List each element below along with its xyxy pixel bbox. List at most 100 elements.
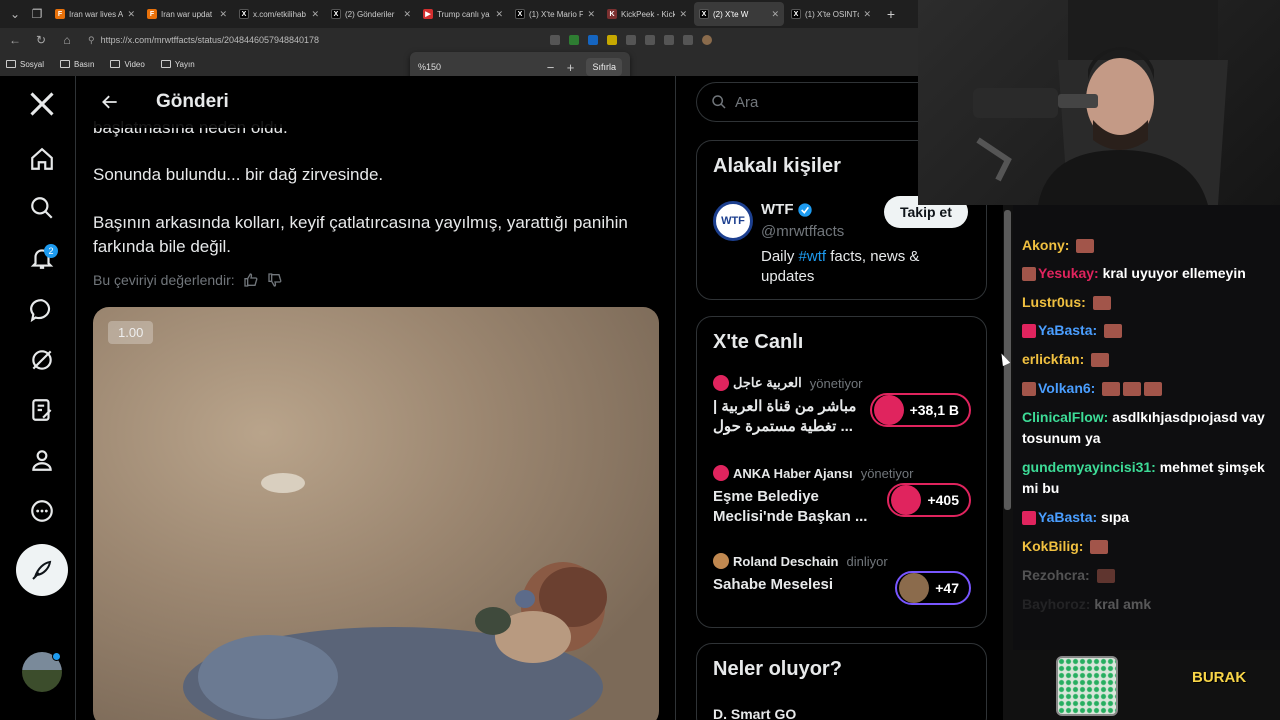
browser-tab[interactable]: F Iran war updat ✕ [142,2,232,26]
emote-icon [1090,540,1109,555]
grok-icon[interactable] [24,342,60,378]
rate-translation: Bu çeviriyi değerlendir: [93,272,283,288]
tab-close-icon[interactable]: ✕ [679,9,687,20]
tab-list-chevron-icon[interactable]: ⌄ [4,3,26,25]
compose-post-button[interactable] [16,544,68,596]
tab-title: Trump canlı ya [437,9,490,19]
host-avatar [713,465,729,481]
live-space-item[interactable]: ANKA Haber Ajansı yönetiyor Eşme Belediy… [713,465,973,527]
browser-tab[interactable]: ▶ Trump canlı ya ✕ [418,2,508,26]
back-arrow-icon[interactable]: ← [4,30,26,50]
tab-favicon: X [791,9,801,19]
home-icon[interactable]: ⌂ [56,30,78,50]
extension-icon[interactable] [626,35,636,45]
search-box[interactable]: Ara [696,82,918,122]
listener-count-pill[interactable]: +405 [887,483,971,517]
chat-message: Akony: [1022,235,1272,256]
zoom-out-button[interactable]: − [540,60,560,75]
x-logo-icon[interactable] [24,86,60,122]
wtf-avatar[interactable]: WTF [713,201,753,241]
browser-tab[interactable]: X x.com/etkilihab ✕ [234,2,324,26]
tab-close-icon[interactable]: ✕ [587,9,595,20]
tab-close-icon[interactable]: ✕ [219,9,227,20]
tip-jar-widget [1056,656,1118,716]
listener-count-pill[interactable]: +38,1 B [869,393,971,427]
bookmark-folder[interactable]: Basın [60,60,94,69]
listener-count: +38,1 B [909,402,959,418]
thumbs-down-icon[interactable] [267,272,283,288]
tab-close-icon[interactable]: ✕ [495,9,503,20]
tab-close-icon[interactable]: ✕ [771,9,779,20]
explore-search-icon[interactable] [24,190,60,226]
extension-icon[interactable] [588,35,598,45]
thumbs-up-icon[interactable] [243,272,259,288]
zoom-reset-button[interactable]: Sıfırla [586,58,622,76]
host-name: ANKA Haber Ajansı [733,465,853,481]
chat-username[interactable]: Lustr0us: [1022,294,1086,310]
chat-username[interactable]: Rezohcra: [1022,567,1090,583]
browser-tab[interactable]: X (2) Gönderiler ✕ [326,2,416,26]
profile-name[interactable]: WTF [761,201,813,218]
chat-username[interactable]: Akony: [1022,237,1069,253]
collections-icon[interactable] [683,35,693,45]
split-view-icon[interactable] [645,35,655,45]
tweet-text-line: Başının arkasında kolları, keyif çatlatı… [93,213,628,256]
more-options-icon[interactable] [24,493,60,529]
profile-avatar-icon[interactable] [702,35,712,45]
chat-username[interactable]: gundemyayincisi31: [1022,459,1156,475]
site-info-icon[interactable]: ⚲ [88,35,95,46]
chat-username[interactable]: KokBilig: [1022,538,1083,554]
bookmark-folder[interactable]: Sosyal [6,60,44,69]
chat-username[interactable]: ClinicalFlow: [1022,409,1108,425]
bookmark-folder[interactable]: Video [110,60,145,69]
extension-icon[interactable] [550,35,560,45]
chat-message: ClinicalFlow: asdlkıhjasdpıojasd vay tos… [1022,407,1272,449]
chat-username[interactable]: Volkan6: [1038,380,1095,396]
browser-tab[interactable]: F Iran war lives A ✕ [50,2,140,26]
hashtag-link[interactable]: #wtf [799,248,827,265]
reload-icon[interactable]: ↻ [30,30,52,50]
tab-close-icon[interactable]: ✕ [863,9,871,20]
whats-happening-heading: Neler oluyor? [713,658,842,680]
emote-icon [1102,382,1121,397]
extension-icon[interactable] [569,35,579,45]
user-badge-icon [1022,324,1036,339]
video-speed-badge[interactable]: 1.00 [108,321,154,344]
live-space-item[interactable]: Roland Deschain dinliyor Sahabe Meselesi… [713,553,973,605]
new-tab-button[interactable]: + [880,6,902,22]
tab-close-icon[interactable]: ✕ [403,9,411,20]
chat-text: sıpa [1101,509,1130,525]
listener-count-pill[interactable]: +47 [895,571,971,605]
trend-item[interactable]: D. Smart GO [713,706,796,720]
chat-username[interactable]: Yesukay: [1038,265,1099,281]
workspaces-icon[interactable]: ❐ [26,3,48,25]
browser-tab[interactable]: X (2) X'te W ✕ [694,2,784,26]
chat-username[interactable]: YaBasta: [1038,322,1097,338]
zoom-in-button[interactable]: + [560,60,580,75]
drafts-icon[interactable] [24,392,60,428]
browser-tab[interactable]: X (1) X'te Mario F ✕ [510,2,600,26]
chat-username[interactable]: Bayhoroz: [1022,596,1090,612]
tab-close-icon[interactable]: ✕ [127,9,135,20]
browser-tab[interactable]: X (1) X'te OSINTd ✕ [786,2,876,26]
messages-icon[interactable] [24,292,60,328]
post-header: Gönderi [76,76,675,128]
extension-icon[interactable] [607,35,617,45]
back-button[interactable] [84,92,136,112]
chat-username[interactable]: erlickfan: [1022,351,1084,367]
tab-favicon: X [699,9,709,19]
tab-title: Iran war lives A [69,9,124,19]
live-space-item[interactable]: العربية عاجل yönetiyor مباشر من قناة الع… [713,375,973,437]
profile-icon[interactable] [24,442,60,478]
tab-favicon: X [239,9,249,19]
browser-tab[interactable]: K KickPeek - Kick ✕ [602,2,692,26]
url-field[interactable]: ⚲ https://x.com/mrwtffacts/status/204844… [82,30,522,50]
chat-username[interactable]: YaBasta: [1038,509,1097,525]
emote-icon [1076,239,1095,254]
listener-avatar [873,395,904,425]
video-player[interactable]: 1.00 [93,307,659,720]
tab-close-icon[interactable]: ✕ [311,9,319,20]
favorites-icon[interactable] [664,35,674,45]
home-icon[interactable] [24,141,60,177]
bookmark-folder[interactable]: Yayın [160,60,195,69]
